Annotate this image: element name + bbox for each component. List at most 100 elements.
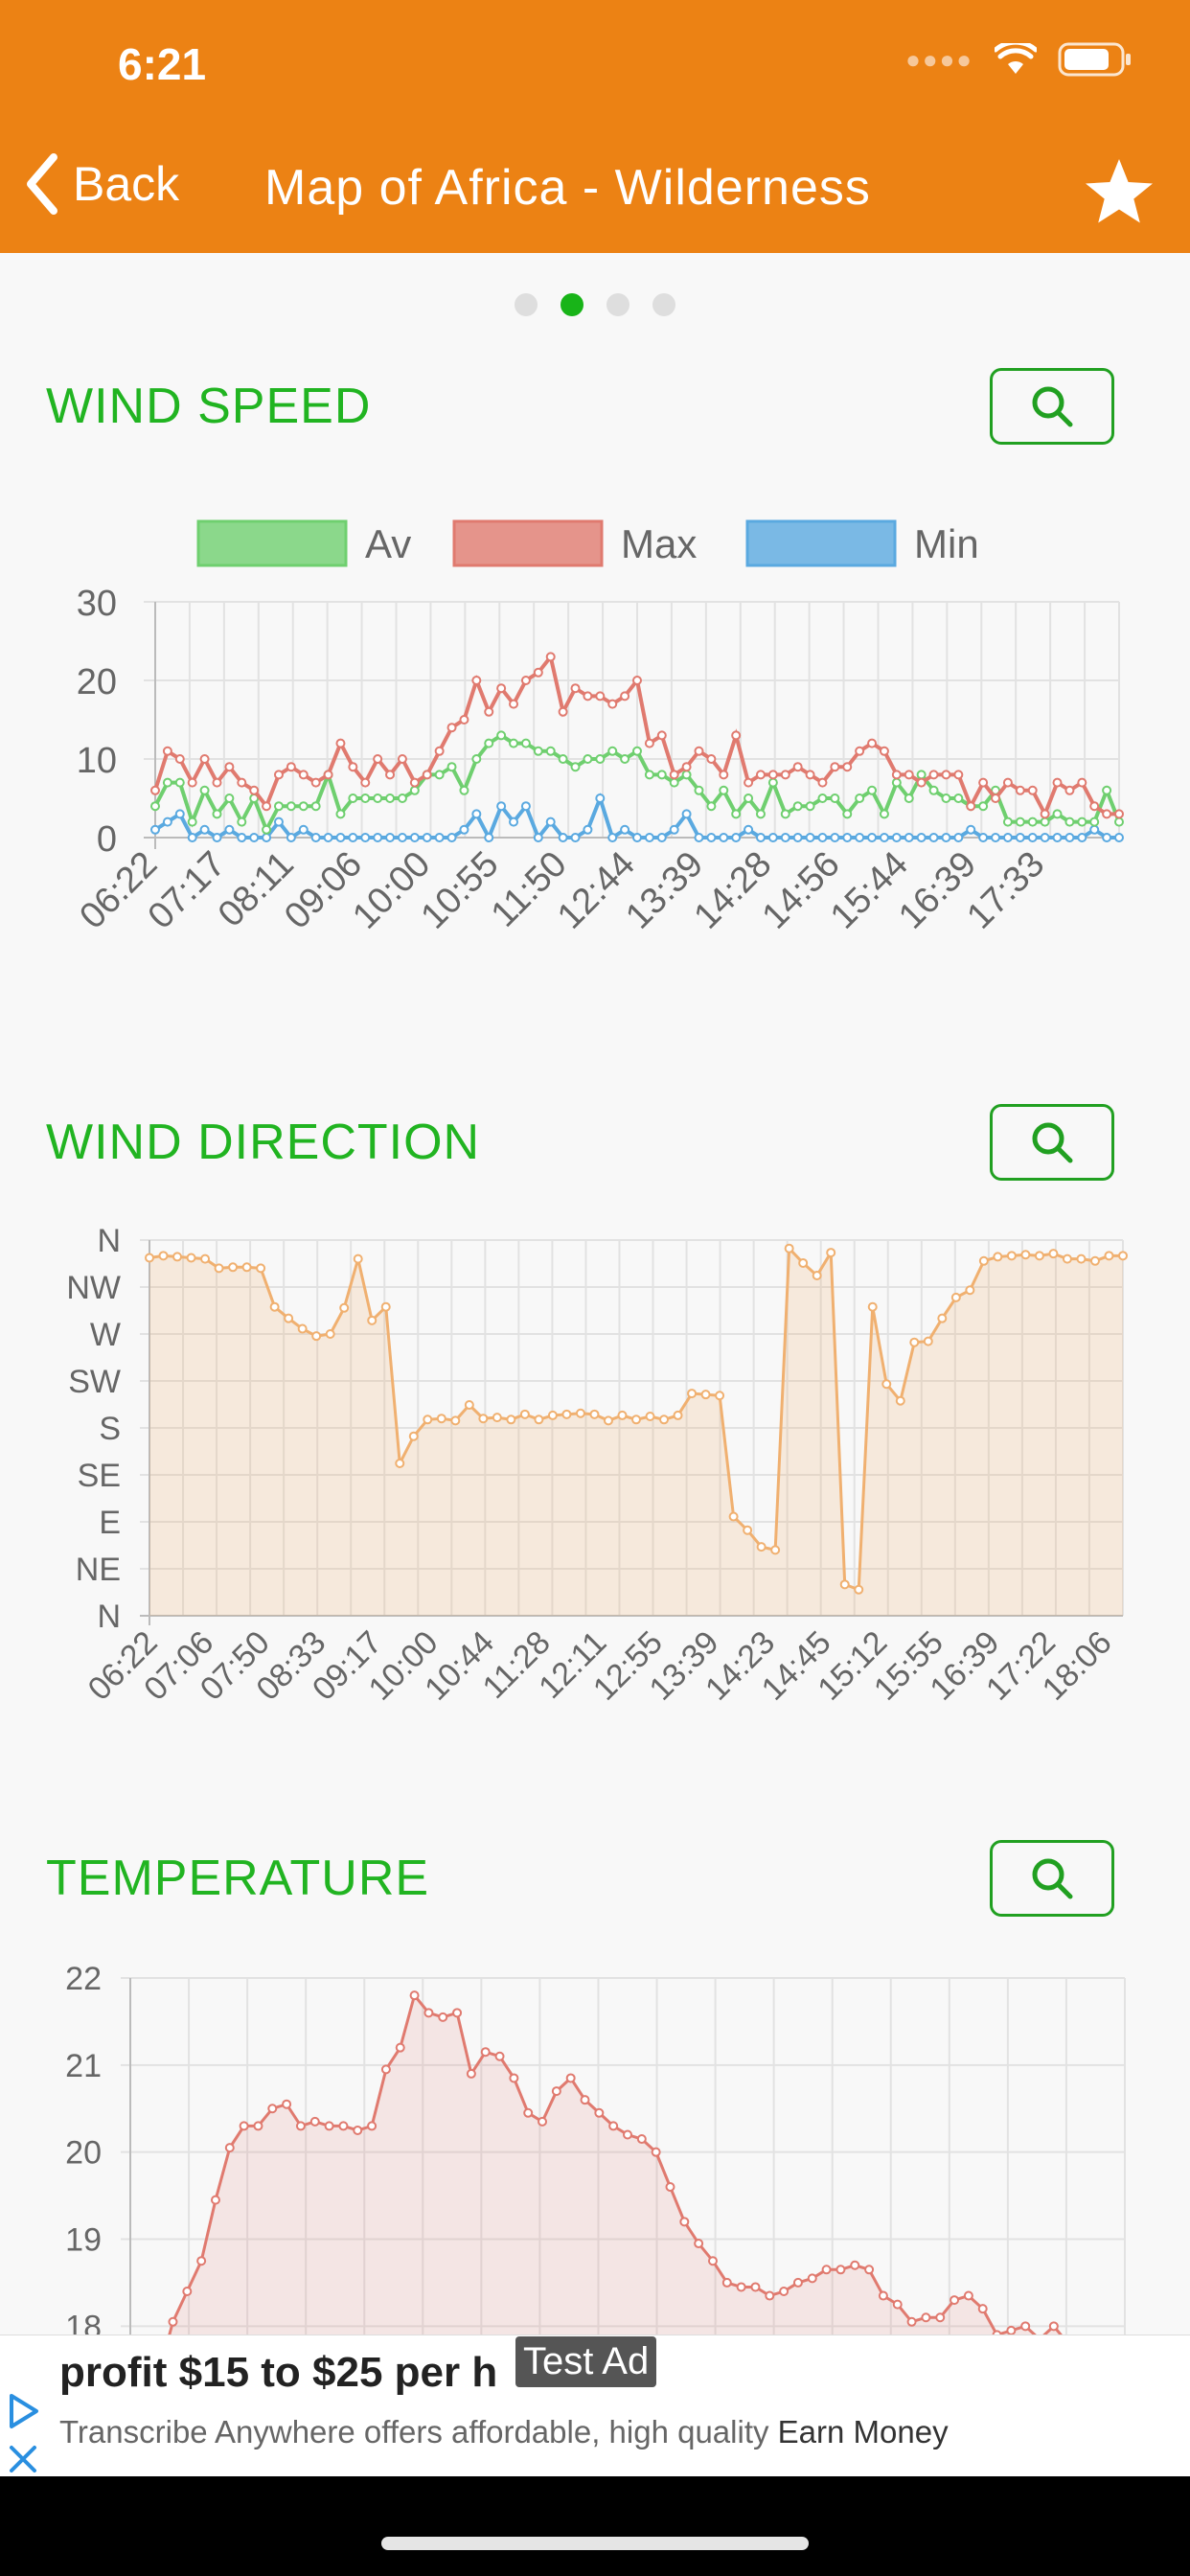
data-point <box>422 833 432 842</box>
data-point <box>423 1414 433 1425</box>
data-point <box>1048 1249 1059 1259</box>
close-icon[interactable] <box>4 2440 42 2478</box>
data-point <box>659 1414 670 1425</box>
x-tick-label: 09:06 <box>277 844 370 937</box>
app-header: 6:21 ●●●● Back Map of Africa - Wildernes… <box>0 0 1190 253</box>
data-point <box>780 833 790 842</box>
data-point <box>694 833 704 842</box>
data-point <box>409 1990 420 2001</box>
data-point <box>409 833 420 842</box>
data-point <box>1002 833 1013 842</box>
data-point <box>719 770 729 780</box>
data-point <box>632 833 642 842</box>
data-point <box>471 754 482 764</box>
legend-swatch <box>196 519 348 567</box>
data-point <box>867 785 878 795</box>
data-point <box>867 738 878 748</box>
data-point <box>805 833 815 842</box>
data-point <box>656 833 667 842</box>
data-point <box>966 801 976 812</box>
data-point <box>409 777 420 788</box>
back-button[interactable]: Back <box>23 153 179 215</box>
data-point <box>492 1413 502 1423</box>
data-point <box>1089 816 1100 827</box>
data-point <box>583 824 593 835</box>
data-point <box>484 738 494 748</box>
data-point <box>172 1252 183 1262</box>
data-point <box>509 2073 519 2083</box>
data-point <box>977 2304 988 2314</box>
data-point <box>826 1248 836 1258</box>
page-indicator <box>0 293 1190 316</box>
data-point <box>237 833 247 842</box>
data-point <box>570 833 581 842</box>
data-point <box>150 785 160 795</box>
test-ad-badge: Test Ad <box>515 2336 657 2387</box>
ad-choices-icon[interactable] <box>4 2392 42 2430</box>
data-point <box>904 794 914 803</box>
ad-choices[interactable] <box>4 2392 42 2478</box>
page-dot[interactable] <box>652 293 675 316</box>
data-point <box>533 833 543 842</box>
data-point <box>187 833 197 842</box>
data-point <box>879 809 889 819</box>
data-point <box>558 754 568 764</box>
data-point <box>353 1254 363 1264</box>
data-point <box>186 1253 196 1263</box>
data-point <box>262 801 272 812</box>
data-point <box>323 833 333 842</box>
data-point <box>446 723 457 733</box>
data-point <box>784 1243 794 1254</box>
data-point <box>434 770 445 780</box>
search-icon <box>1032 1122 1073 1163</box>
data-point <box>1034 1251 1044 1261</box>
data-point <box>617 1410 628 1420</box>
data-point <box>237 816 247 827</box>
data-point <box>380 1301 391 1312</box>
data-point <box>805 801 815 812</box>
data-point <box>721 2277 732 2288</box>
page-dot[interactable] <box>515 293 538 316</box>
data-point <box>434 833 445 842</box>
data-point <box>1064 833 1075 842</box>
data-point <box>767 833 778 842</box>
ad-headline[interactable]: profit $15 to $25 per h <box>59 2349 497 2397</box>
data-point <box>253 2121 263 2131</box>
data-point <box>309 2116 320 2127</box>
data-point <box>150 801 160 812</box>
data-point <box>484 833 494 842</box>
data-point <box>325 1329 335 1339</box>
data-point <box>928 785 939 795</box>
data-point <box>310 777 321 788</box>
data-point <box>282 2099 292 2109</box>
data-point <box>656 730 667 741</box>
data-point <box>892 2299 903 2310</box>
data-point <box>891 770 902 780</box>
page-dot[interactable] <box>606 293 629 316</box>
data-point <box>767 777 778 788</box>
data-point <box>950 1292 961 1302</box>
data-point <box>438 2012 448 2022</box>
temperature-zoom-button[interactable] <box>990 1840 1114 1917</box>
data-point <box>719 785 729 795</box>
wind-direction-zoom-button[interactable] <box>990 1104 1114 1181</box>
data-point <box>854 1584 864 1595</box>
x-tick-label: 15:44 <box>823 844 916 937</box>
ad-cta[interactable]: Earn Money <box>778 2414 949 2450</box>
home-indicator[interactable] <box>381 2537 809 2550</box>
wind-speed-zoom-button[interactable] <box>990 368 1114 445</box>
data-point <box>779 2287 790 2296</box>
data-point <box>744 777 754 788</box>
data-point <box>1104 1251 1114 1261</box>
data-point <box>916 833 927 842</box>
data-point <box>821 2265 832 2275</box>
data-point <box>923 1336 933 1346</box>
data-point <box>817 777 828 788</box>
favorite-star-icon[interactable] <box>1083 157 1156 226</box>
data-point <box>373 833 383 842</box>
page-dot-active[interactable] <box>561 293 584 316</box>
data-point <box>770 1545 781 1555</box>
data-point <box>187 777 197 788</box>
x-tick-label: 07:17 <box>141 844 234 937</box>
data-point <box>256 1263 266 1274</box>
